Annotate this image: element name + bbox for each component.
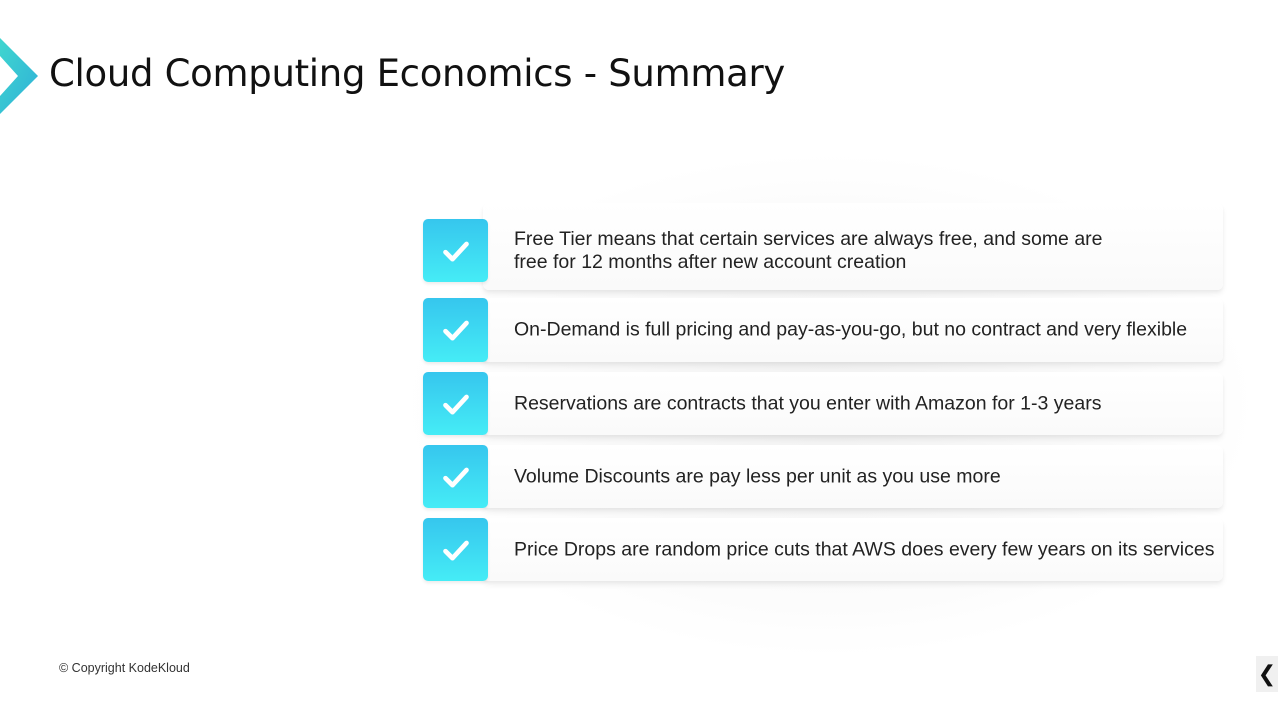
summary-item: Free Tier means that certain services ar… bbox=[423, 203, 1223, 290]
summary-item: Reservations are contracts that you ente… bbox=[423, 372, 1223, 435]
summary-item: Volume Discounts are pay less per unit a… bbox=[423, 445, 1223, 508]
check-icon bbox=[423, 518, 488, 581]
check-icon bbox=[423, 298, 488, 362]
item-text: Reservations are contracts that you ente… bbox=[514, 392, 1102, 414]
summary-item: Price Drops are random price cuts that A… bbox=[423, 518, 1223, 581]
check-icon bbox=[423, 445, 488, 508]
previous-slide-button[interactable]: ❮ bbox=[1256, 656, 1278, 692]
slide-title: Cloud Computing Economics - Summary bbox=[49, 52, 785, 95]
summary-item: On-Demand is full pricing and pay-as-you… bbox=[423, 298, 1223, 362]
chevron-logo-icon bbox=[0, 38, 38, 114]
item-text: On-Demand is full pricing and pay-as-you… bbox=[514, 318, 1188, 341]
item-text: Free Tier means that certain services ar… bbox=[514, 227, 1103, 273]
copyright-text: © Copyright KodeKloud bbox=[59, 661, 190, 675]
chevron-left-icon: ❮ bbox=[1257, 661, 1277, 687]
check-icon bbox=[423, 372, 488, 435]
check-icon bbox=[423, 219, 488, 282]
item-text: Price Drops are random price cuts that A… bbox=[514, 538, 1215, 560]
item-text: Volume Discounts are pay less per unit a… bbox=[514, 465, 1001, 487]
